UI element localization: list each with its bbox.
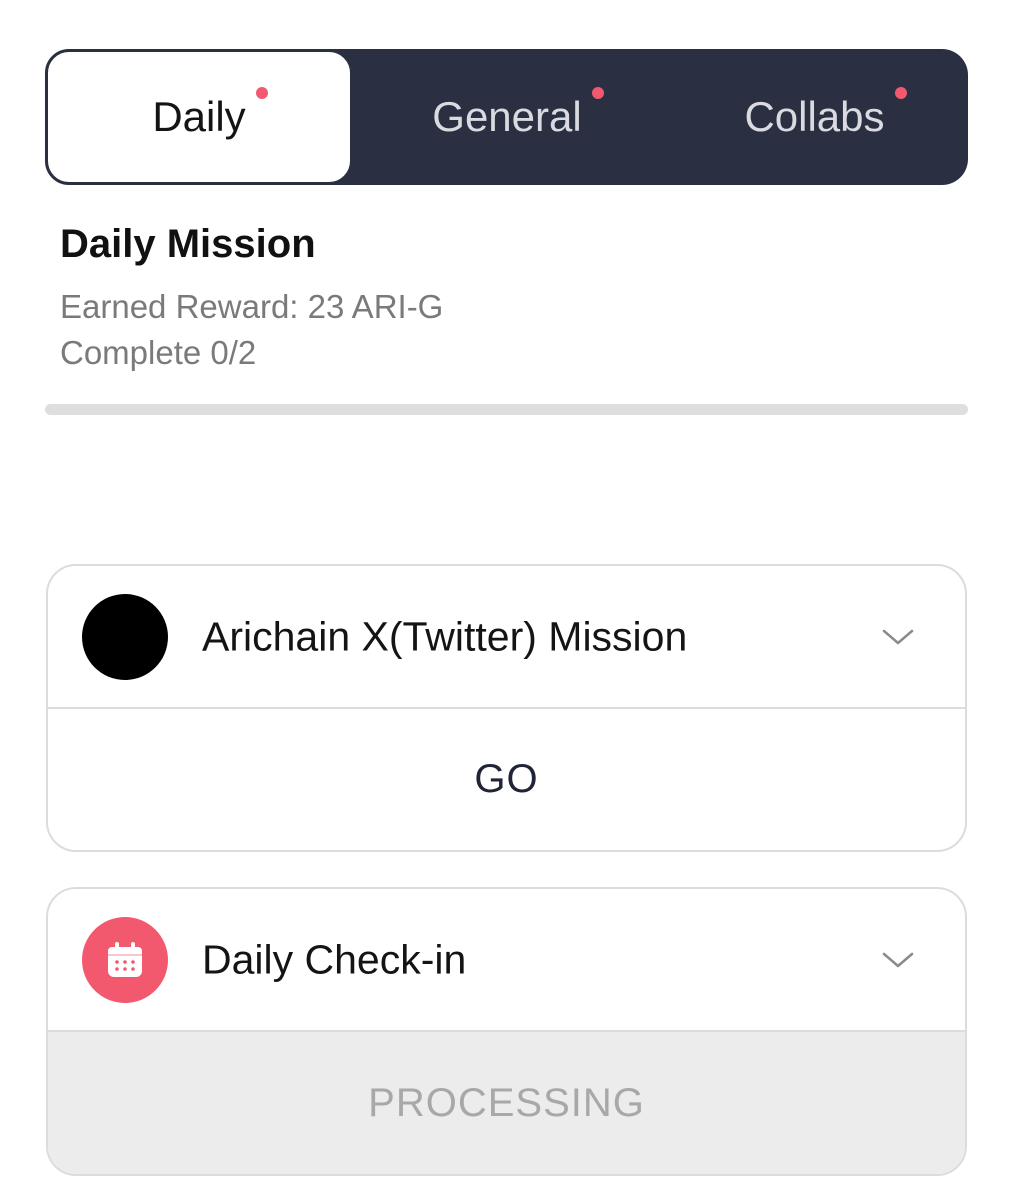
mission-page: Daily General Collabs Daily Mission Earn… xyxy=(0,0,1013,1200)
notification-dot xyxy=(255,87,268,99)
earned-reward-text: Earned Reward: 23 ARI-G xyxy=(60,288,444,325)
tab-daily-label: Daily xyxy=(152,93,246,140)
mission-avatar-icon xyxy=(82,594,168,680)
mission-title: Daily Check-in xyxy=(202,936,467,982)
mission-card-header[interactable]: Daily Check-in xyxy=(48,889,965,1032)
tab-collabs-label: Collabs xyxy=(744,93,885,140)
mission-card-twitter: Arichain X(Twitter) Mission GO xyxy=(46,564,967,852)
chevron-down-icon[interactable] xyxy=(881,627,915,647)
notification-dot xyxy=(894,87,907,99)
processing-button[interactable]: PROCESSING xyxy=(48,1032,965,1174)
go-button[interactable]: GO xyxy=(48,709,965,850)
mission-card-daily-checkin: Daily Check-in PROCESSING xyxy=(46,887,967,1176)
tab-daily[interactable]: Daily xyxy=(45,49,353,185)
mission-title: Arichain X(Twitter) Mission xyxy=(202,613,688,659)
progress-bar xyxy=(45,404,968,415)
calendar-icon xyxy=(82,917,168,1003)
notification-dot xyxy=(591,87,604,99)
tab-general[interactable]: General xyxy=(353,49,661,185)
mission-card-header[interactable]: Arichain X(Twitter) Mission xyxy=(48,566,965,709)
tab-collabs[interactable]: Collabs xyxy=(661,49,968,185)
tab-general-label: General xyxy=(432,93,582,140)
complete-count-text: Complete 0/2 xyxy=(60,334,257,371)
page-title: Daily Mission xyxy=(60,222,316,266)
chevron-down-icon[interactable] xyxy=(881,950,915,970)
tab-bar: Daily General Collabs xyxy=(45,49,968,185)
